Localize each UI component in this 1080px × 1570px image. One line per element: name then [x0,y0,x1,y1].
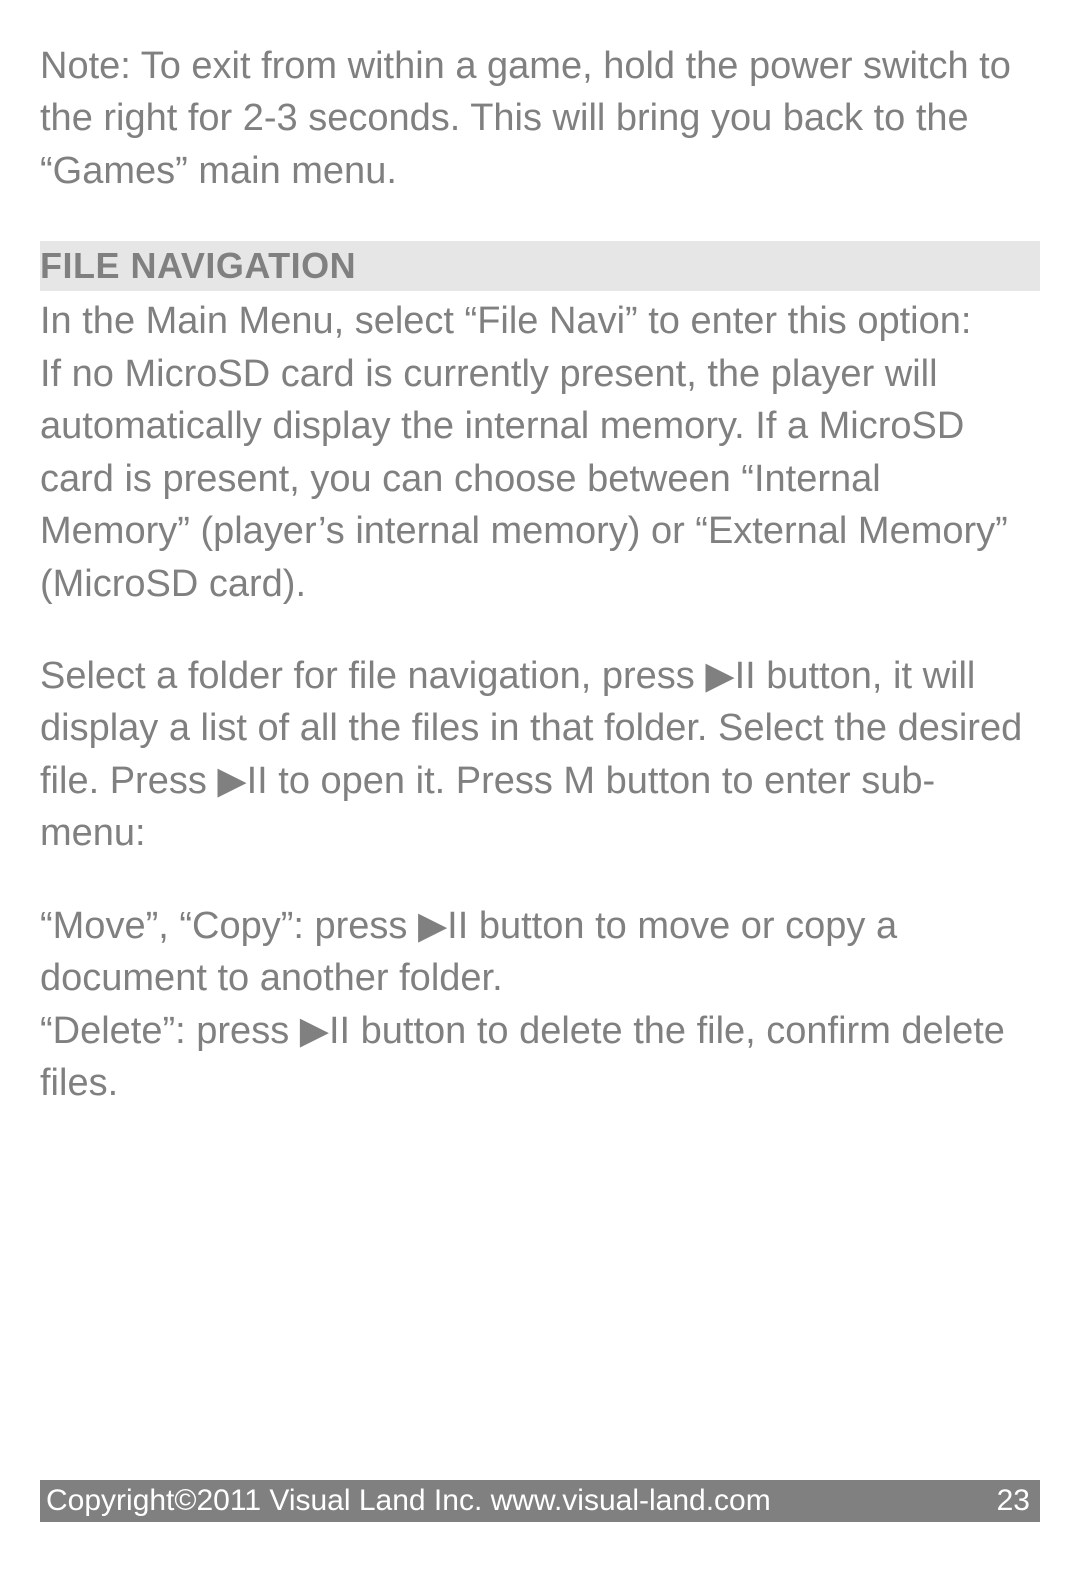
page-footer: Copyright©2011 Visual Land Inc. www.visu… [40,1480,1040,1522]
footer-page-number: 23 [997,1484,1030,1518]
section-paragraph-2: Select a folder for file navigation, pre… [40,650,1040,860]
section-paragraph-3: “Move”, “Copy”: press ▶II button to move… [40,900,1040,1110]
section-heading-file-navigation: FILE NAVIGATION [40,241,1040,291]
document-page: Note: To exit from within a game, hold t… [0,0,1080,1570]
note-paragraph: Note: To exit from within a game, hold t… [40,40,1040,197]
footer-copyright: Copyright©2011 Visual Land Inc. www.visu… [46,1484,771,1518]
section-paragraph-1: In the Main Menu, select “File Navi” to … [40,295,1040,610]
